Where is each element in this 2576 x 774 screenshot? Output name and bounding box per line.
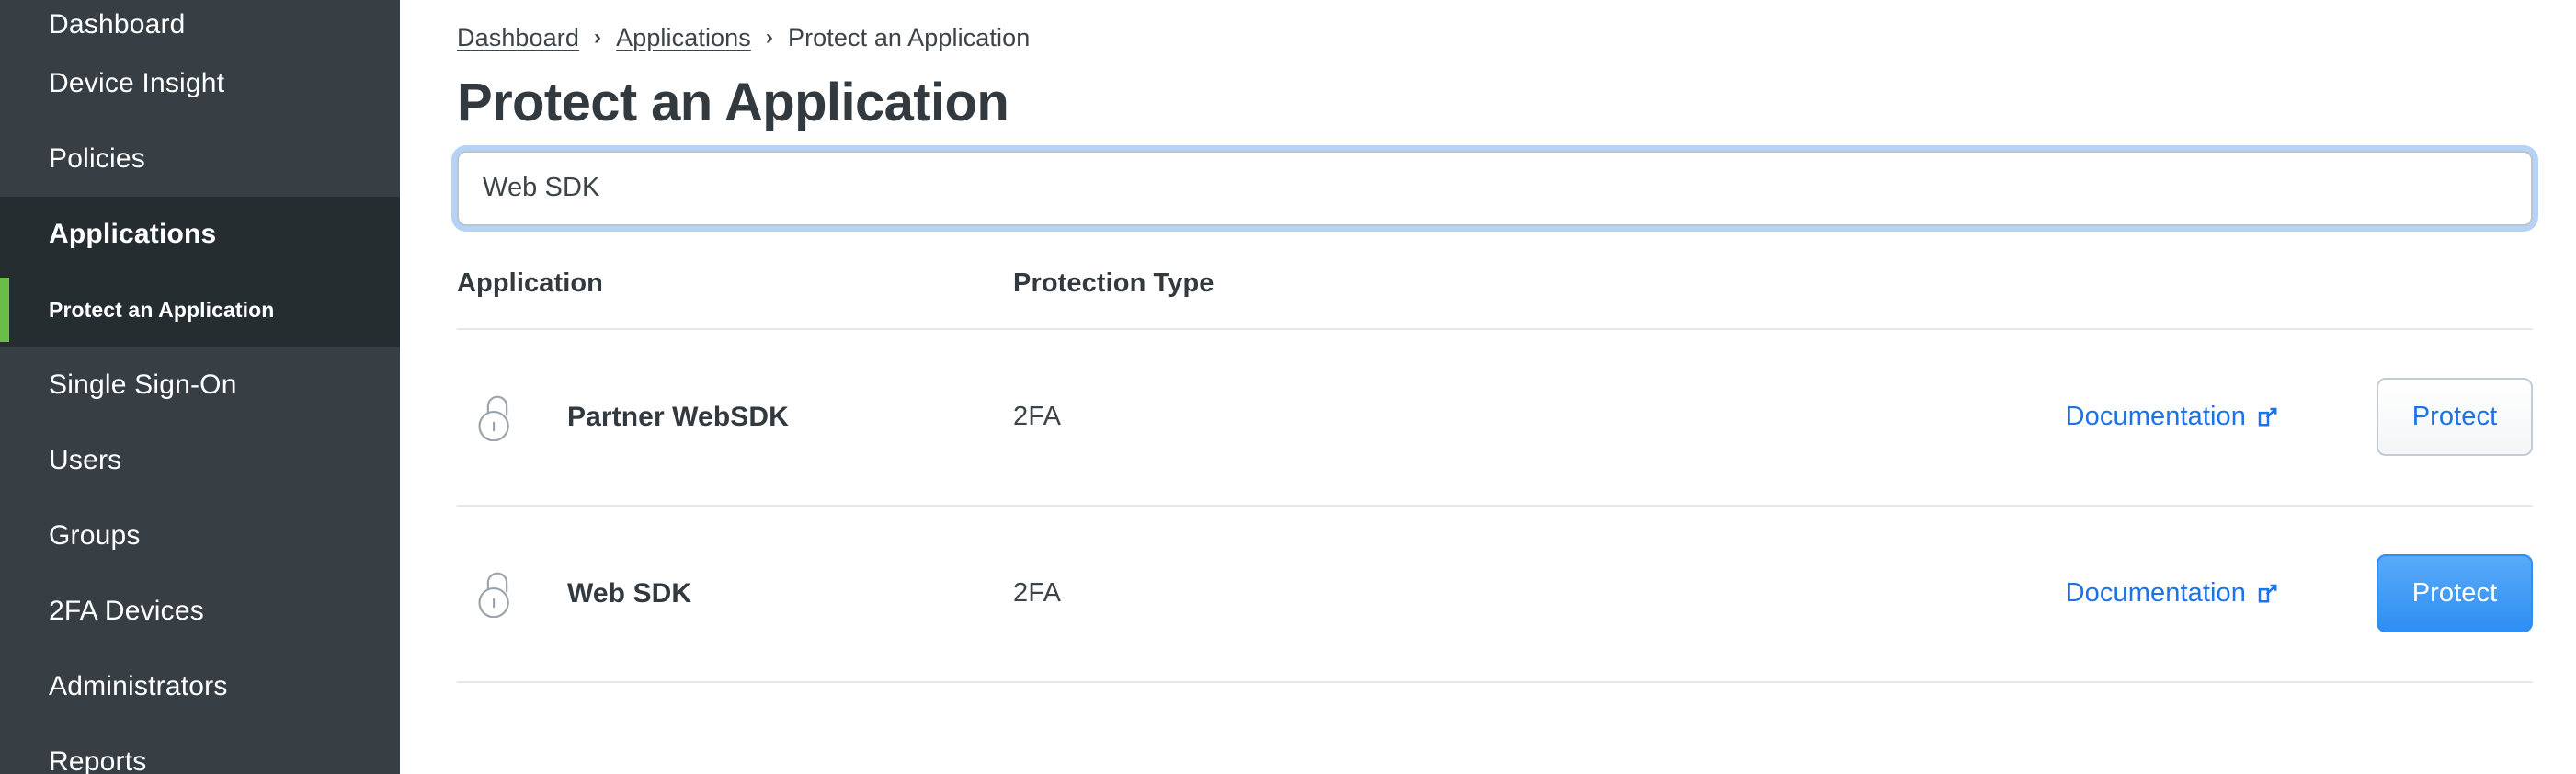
app-root: Dashboard Device Insight Policies Applic… — [0, 0, 2576, 774]
breadcrumb-link-dashboard[interactable]: Dashboard — [457, 24, 579, 52]
search-input[interactable] — [459, 152, 2531, 224]
cell-application: Web SDK — [457, 569, 1013, 619]
sidebar-item-label: Administrators — [49, 671, 228, 701]
application-name: Web SDK — [567, 577, 692, 609]
documentation-link[interactable]: Documentation — [2066, 402, 2279, 432]
sidebar-item-applications[interactable]: Applications — [0, 197, 400, 272]
sidebar-item-device-insight[interactable]: Device Insight — [0, 46, 400, 121]
cell-protection-type: 2FA — [1013, 402, 1062, 432]
applications-table: Application Protection Type Partner WebS… — [457, 268, 2533, 683]
active-accent-bar — [0, 278, 9, 342]
sidebar-item-label: Dashboard — [49, 9, 186, 40]
main-inner: Dashboard › Applications › Protect an Ap… — [400, 0, 2576, 683]
lock-icon — [478, 395, 509, 442]
cell-action: Protect — [2358, 378, 2533, 457]
cell-protection-type: 2FA — [1013, 578, 1062, 609]
search-field-wrapper[interactable] — [457, 150, 2533, 226]
sidebar-item-label: 2FA Devices — [49, 596, 204, 626]
documentation-link-label: Documentation — [2065, 402, 2246, 432]
sidebar-item-label: Users — [49, 445, 122, 475]
sidebar-item-2fa-devices[interactable]: 2FA Devices — [0, 574, 400, 649]
sidebar-item-policies[interactable]: Policies — [0, 121, 400, 197]
table-header-row: Application Protection Type — [457, 268, 2533, 330]
cell-documentation: Documentation — [1583, 402, 2358, 432]
sidebar-item-label: Applications — [49, 219, 217, 249]
sidebar-item-reports[interactable]: Reports — [0, 724, 400, 774]
breadcrumb-separator-icon: › — [765, 24, 773, 50]
sidebar-item-protect-an-application[interactable]: Protect an Application — [0, 272, 400, 347]
breadcrumb-separator-icon: › — [594, 24, 602, 50]
sidebar-item-label: Policies — [49, 143, 145, 174]
sidebar-nav-list: Dashboard Device Insight Policies Applic… — [0, 0, 400, 774]
page-title: Protect an Application — [457, 73, 1009, 132]
documentation-link-label: Documentation — [2065, 578, 2246, 609]
documentation-link[interactable]: Documentation — [2066, 578, 2279, 609]
breadcrumb-link-applications[interactable]: Applications — [616, 24, 751, 52]
sidebar: Dashboard Device Insight Policies Applic… — [0, 0, 400, 774]
sidebar-item-label: Reports — [49, 746, 147, 774]
table-row: Web SDK 2FA Documentation Protect — [457, 507, 2533, 683]
application-name: Partner WebSDK — [567, 401, 789, 432]
sidebar-item-label: Device Insight — [49, 68, 225, 98]
cell-action: Protect — [2358, 554, 2533, 633]
sidebar-subitem-label: Protect an Application — [49, 297, 275, 322]
sidebar-item-label: Single Sign-On — [49, 370, 237, 400]
protect-button[interactable]: Protect — [2377, 378, 2533, 457]
breadcrumb-current: Protect an Application — [787, 24, 1031, 51]
lock-icon — [478, 572, 509, 619]
external-link-icon — [2258, 584, 2277, 603]
sidebar-item-label: Groups — [49, 520, 141, 551]
main-content: Dashboard › Applications › Protect an Ap… — [400, 0, 2576, 774]
sidebar-item-administrators[interactable]: Administrators — [0, 649, 400, 724]
table-row: Partner WebSDK 2FA Documentation Protect — [457, 330, 2533, 507]
column-header-application: Application — [457, 267, 603, 298]
cell-documentation: Documentation — [1583, 578, 2358, 609]
sidebar-item-groups[interactable]: Groups — [0, 498, 400, 574]
cell-application: Partner WebSDK — [457, 393, 1013, 442]
sidebar-item-single-sign-on[interactable]: Single Sign-On — [0, 347, 400, 423]
breadcrumb: Dashboard › Applications › Protect an Ap… — [457, 0, 2536, 52]
external-link-icon — [2258, 407, 2277, 427]
column-header-protection-type: Protection Type — [1013, 267, 1214, 298]
sidebar-item-users[interactable]: Users — [0, 423, 400, 498]
sidebar-item-dashboard[interactable]: Dashboard — [0, 0, 400, 46]
protect-button[interactable]: Protect — [2377, 554, 2533, 633]
